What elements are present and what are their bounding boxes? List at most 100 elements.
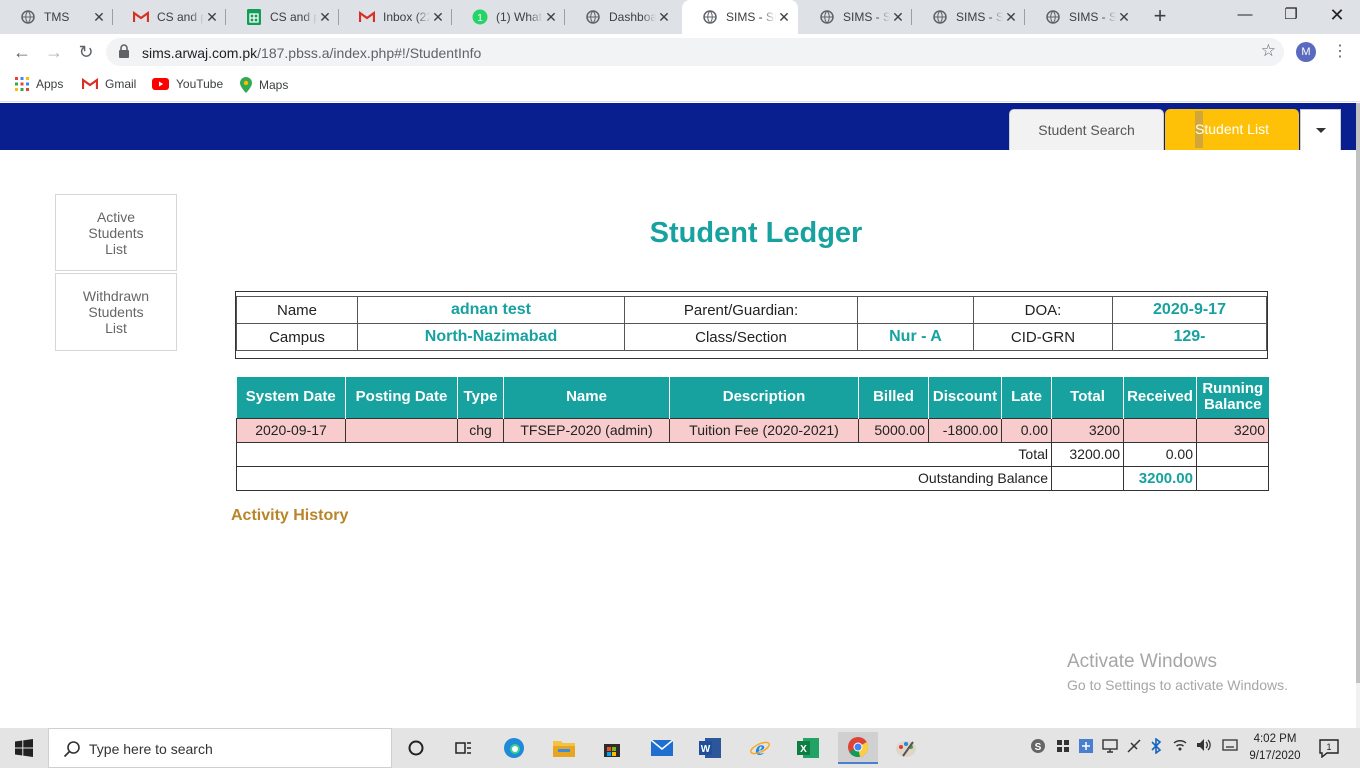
col-header: Billed [858, 377, 929, 418]
minimize-icon[interactable]: — [1222, 0, 1268, 34]
bookmark-apps[interactable]: Apps [15, 77, 63, 91]
close-tab-icon[interactable]: ✕ [543, 9, 559, 26]
address-bar[interactable]: sims.arwaj.com.pk/187.pbss.a/index.php#!… [106, 38, 1284, 66]
restore-window-icon[interactable]: ❐ [1268, 0, 1314, 34]
scrollbar-thumb[interactable] [1356, 103, 1360, 683]
cell-type: chg [457, 417, 504, 443]
task-view-icon[interactable] [444, 732, 484, 764]
edge-icon[interactable] [494, 732, 534, 764]
new-tab-plus-icon[interactable]: + [1148, 5, 1172, 29]
close-tab-icon[interactable]: ✕ [890, 9, 906, 26]
windows-start-icon[interactable] [0, 728, 48, 768]
svg-text:S: S [1035, 742, 1042, 753]
parent-value [857, 296, 974, 324]
tab-student-list[interactable]: Student List [1165, 109, 1299, 150]
browser-tab[interactable]: 1 (1) What ✕ [452, 0, 565, 34]
campus-value: North-Nazimabad [357, 323, 625, 351]
total-label: Total [236, 441, 1052, 467]
tab-title: Inbox (22 [383, 10, 430, 24]
col-header: Late [1001, 377, 1052, 418]
forward-arrow-icon[interactable]: → [42, 40, 66, 64]
profile-avatar[interactable]: M [1296, 42, 1316, 62]
back-arrow-icon[interactable]: ← [10, 40, 34, 64]
chrome-icon[interactable] [838, 732, 878, 764]
class-label: Class/Section [624, 323, 858, 351]
close-tab-icon[interactable]: ✕ [91, 9, 107, 26]
browser-tab[interactable]: Dashboa ✕ [565, 0, 678, 34]
close-tab-icon[interactable]: ✕ [1003, 9, 1019, 26]
taskbar-search-placeholder: Type here to search [89, 741, 213, 757]
browser-tab[interactable]: Inbox (22 ✕ [339, 0, 452, 34]
tray-app-icon[interactable] [1055, 738, 1071, 757]
store-icon[interactable] [592, 732, 632, 764]
cell-system-date: 2020-09-17 [236, 417, 346, 443]
cell-posting-date [345, 417, 458, 443]
paint-icon[interactable] [886, 732, 926, 764]
mail-icon[interactable] [642, 732, 682, 764]
taskbar-search-box[interactable]: Type here to search [48, 728, 392, 768]
tab-title: Dashboa [609, 10, 656, 24]
ledger-table: System Date Posting Date Type Name Descr… [236, 377, 1269, 491]
outstanding-row: Outstanding Balance 3200.00 [236, 465, 1269, 491]
tabs-dropdown-caret-icon[interactable] [1300, 109, 1341, 150]
bookmark-gmail[interactable]: Gmail [82, 77, 136, 91]
outstanding-label: Outstanding Balance [236, 465, 1052, 491]
browser-tab[interactable]: CS and p ✕ [226, 0, 339, 34]
col-header: Received [1123, 377, 1197, 418]
excel-icon[interactable]: X [788, 732, 828, 764]
network-app-icon[interactable] [1078, 738, 1094, 757]
display-icon[interactable] [1102, 738, 1118, 757]
globe-icon [1045, 9, 1061, 25]
close-tab-icon[interactable]: ✕ [204, 9, 220, 26]
tab-title: SIMS - St [726, 10, 776, 24]
close-tab-icon[interactable]: ✕ [1116, 9, 1132, 26]
bluetooth-icon[interactable] [1150, 737, 1162, 757]
tab-title: CS and p [270, 10, 317, 24]
cortana-icon[interactable] [396, 732, 436, 764]
col-header: Type [457, 377, 504, 418]
bookmark-star-icon[interactable]: ☆ [1261, 41, 1276, 61]
close-tab-icon[interactable]: ✕ [317, 9, 333, 26]
close-window-icon[interactable]: ✕ [1314, 0, 1360, 34]
notification-center-icon[interactable]: 1 [1318, 738, 1340, 759]
file-explorer-icon[interactable] [544, 732, 584, 764]
browser-tab[interactable]: SIMS - Su ✕ [912, 0, 1025, 34]
activate-windows-subtitle: Go to Settings to activate Windows. [1067, 677, 1288, 693]
active-students-list-button[interactable]: Active Students List [55, 194, 177, 271]
globe-icon [819, 9, 835, 25]
globe-icon [20, 9, 36, 25]
cid-value: 129- [1112, 323, 1267, 351]
skype-icon[interactable]: S [1030, 738, 1046, 757]
outstanding-empty-cell [1196, 465, 1269, 491]
tab-student-search[interactable]: Student Search [1009, 109, 1164, 150]
outstanding-empty-cell [1051, 465, 1124, 491]
close-tab-icon[interactable]: ✕ [776, 9, 792, 26]
taskbar-clock[interactable]: 4:02 PM 9/17/2020 [1246, 731, 1304, 765]
keyboard-icon[interactable] [1222, 738, 1238, 755]
totals-row: Total 3200.00 0.00 [236, 441, 1269, 467]
globe-icon [932, 9, 948, 25]
browser-tab[interactable]: TMS ✕ [0, 0, 113, 34]
cell-name: TFSEP-2020 (admin) [503, 417, 670, 443]
col-header: Total [1051, 377, 1124, 418]
bookmark-youtube[interactable]: YouTube [152, 77, 223, 91]
reload-icon[interactable]: ↻ [74, 40, 98, 64]
wifi-icon[interactable] [1172, 738, 1188, 755]
withdrawn-students-list-button[interactable]: Withdrawn Students List [55, 273, 177, 351]
browser-tab[interactable]: SIMS - Se ✕ [799, 0, 912, 34]
close-tab-icon[interactable]: ✕ [430, 9, 446, 26]
volume-icon[interactable] [1196, 738, 1212, 755]
usb-icon[interactable] [1126, 738, 1142, 757]
gmail-icon [82, 78, 98, 90]
browser-tab[interactable]: CS and p ✕ [113, 0, 226, 34]
browser-toolbar: ← → ↻ sims.arwaj.com.pk/187.pbss.a/index… [0, 34, 1360, 70]
bookmark-maps[interactable]: Maps [240, 77, 288, 93]
internet-explorer-icon[interactable]: e [740, 732, 780, 764]
browser-tab-active[interactable]: SIMS - St ✕ [682, 0, 798, 34]
browser-menu-icon[interactable]: ⋮ [1332, 40, 1348, 64]
close-tab-icon[interactable]: ✕ [656, 9, 672, 26]
parent-label: Parent/Guardian: [624, 296, 858, 324]
browser-tab[interactable]: SIMS - Su ✕ [1025, 0, 1138, 34]
word-icon[interactable]: W [690, 732, 730, 764]
youtube-icon [152, 78, 169, 90]
